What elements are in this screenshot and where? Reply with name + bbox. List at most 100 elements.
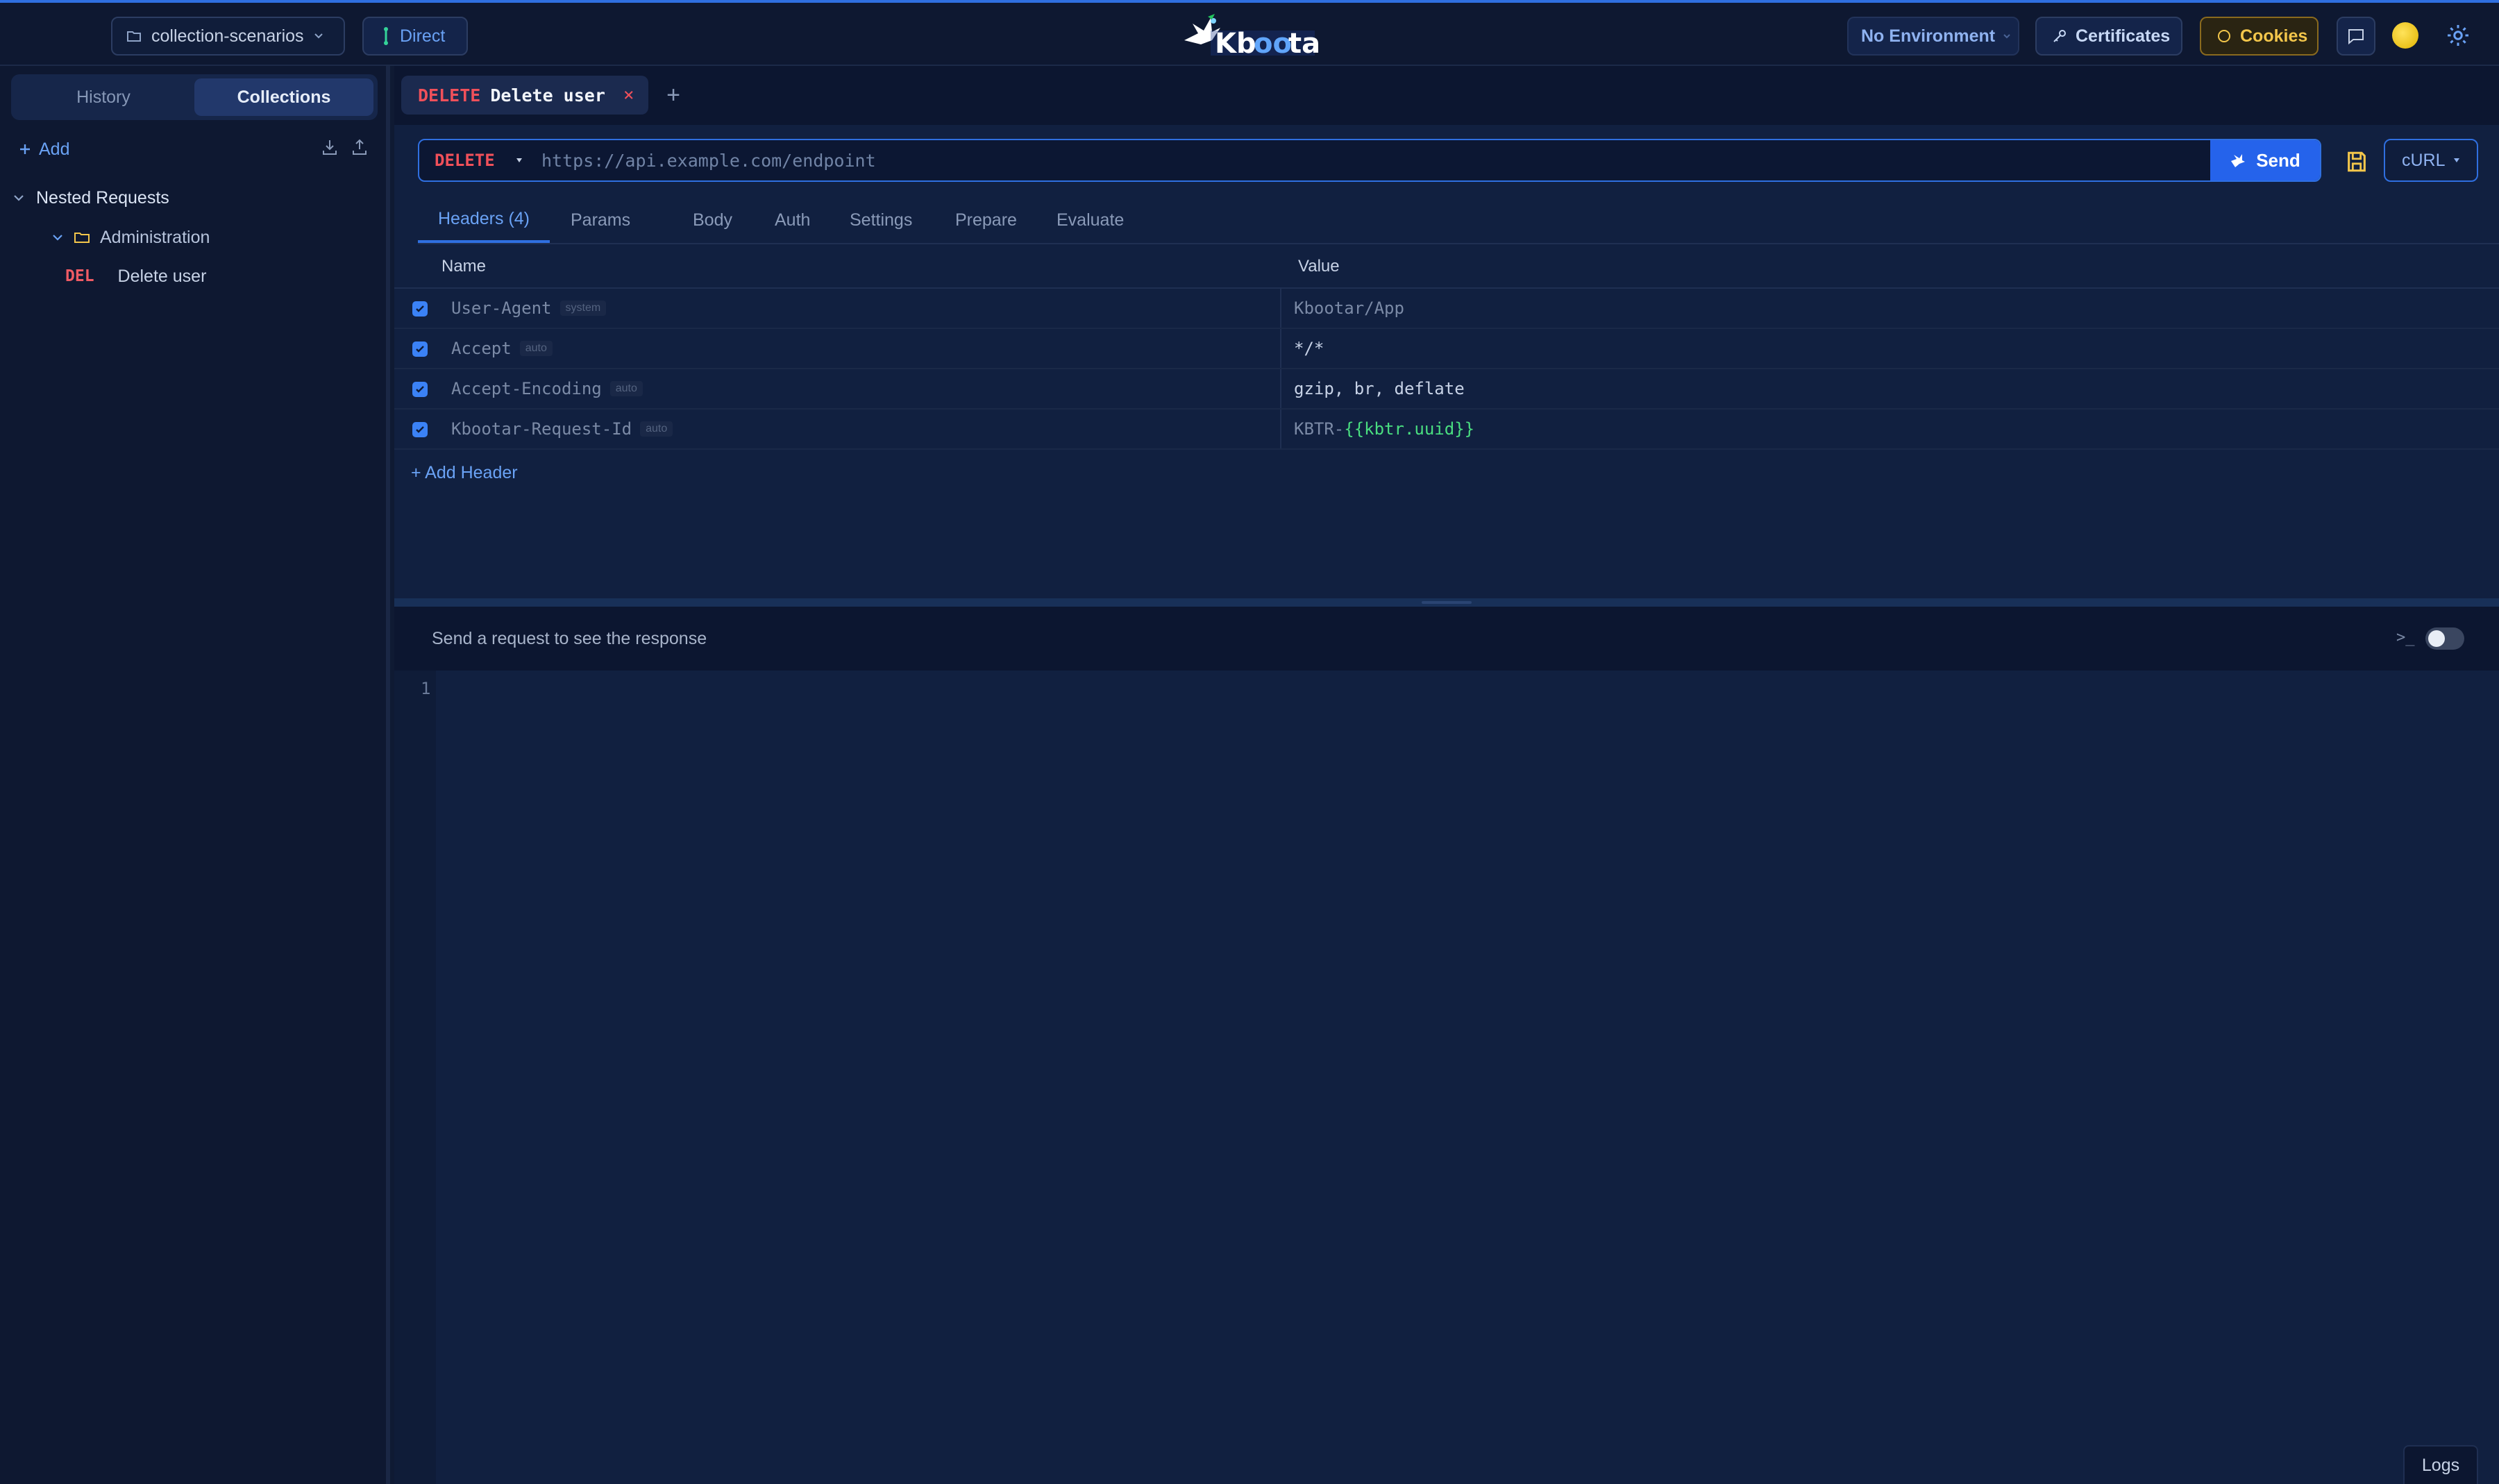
tree-item-nested-requests[interactable]: Nested Requests <box>12 180 169 215</box>
header-value[interactable]: */* <box>1294 339 1324 358</box>
export-icon[interactable] <box>351 138 369 156</box>
header-name[interactable]: User-Agent system <box>451 298 607 318</box>
header-value[interactable]: Kbootar/App <box>1294 298 1404 318</box>
request-editor: DELETE Send cURL Headers (4) Params Body… <box>394 125 2499 604</box>
save-icon[interactable] <box>2345 150 2368 174</box>
cookie-icon <box>2218 30 2230 42</box>
send-label: Send <box>2256 149 2300 171</box>
header-badge: auto <box>609 381 643 396</box>
header-badge: auto <box>640 421 673 437</box>
column-header-value: Value <box>1298 257 1340 276</box>
settings-button[interactable] <box>2443 21 2473 50</box>
tab-headers[interactable]: Headers (4) <box>418 197 550 243</box>
sidebar-tabs: History Collections <box>11 74 378 120</box>
tab-params[interactable]: Params <box>571 197 630 243</box>
method-select[interactable]: DELETE <box>419 140 530 180</box>
check-icon <box>416 386 424 393</box>
tab-evaluate[interactable]: Evaluate <box>1057 197 1124 243</box>
tree-item-label: Delete user <box>117 266 207 286</box>
column-divider <box>1280 289 1281 328</box>
url-bar: DELETE Send <box>418 139 2321 182</box>
tab-collections[interactable]: Collections <box>194 78 373 116</box>
close-icon[interactable]: × <box>623 85 634 106</box>
request-tabs-bar: DELETE Delete user × + <box>394 66 2499 125</box>
header-name[interactable]: Accept auto <box>451 339 553 358</box>
send-bird-icon <box>2231 154 2246 167</box>
tab-body[interactable]: Body <box>693 197 732 243</box>
table-header-row: Name Value <box>394 244 2499 289</box>
column-divider <box>1280 410 1281 448</box>
table-row: Accept auto */* <box>394 329 2499 369</box>
response-header: Send a request to see the response >_ <box>394 607 2499 671</box>
send-button[interactable]: Send <box>2210 140 2320 180</box>
tree-item-administration[interactable]: Administration <box>51 220 210 255</box>
header-enabled-checkbox[interactable] <box>412 422 428 437</box>
header-value[interactable]: KBTR-{{kbtr.uuid}} <box>1294 419 1474 439</box>
new-tab-button[interactable]: + <box>659 81 687 109</box>
header-enabled-checkbox[interactable] <box>412 301 428 317</box>
editor-tabs: Headers (4) Params Body Auth Settings Pr… <box>418 197 2499 244</box>
line-number: 1 <box>421 679 431 698</box>
column-divider <box>1280 369 1281 408</box>
sidebar: History Collections Add Nested Requests … <box>0 66 390 1484</box>
feedback-button[interactable] <box>2337 17 2375 56</box>
column-divider <box>1280 329 1281 368</box>
header-enabled-checkbox[interactable] <box>412 342 428 357</box>
key-icon <box>2053 30 2066 42</box>
toggle-knob <box>2428 630 2445 647</box>
direct-label: Direct <box>400 26 446 46</box>
table-row: User-Agent system Kbootar/App <box>394 289 2499 329</box>
top-bar: collection-scenarios Direct Kb oo tar No… <box>0 0 2499 66</box>
kbootar-logo: Kb oo tar <box>1184 14 1319 58</box>
header-badge: system <box>559 301 607 316</box>
plus-icon <box>20 144 30 154</box>
add-header-button[interactable]: + Add Header <box>411 463 518 483</box>
folder-icon <box>127 31 141 42</box>
header-enabled-checkbox[interactable] <box>412 382 428 397</box>
svg-text:Kb: Kb <box>1215 28 1256 58</box>
caret-down-icon <box>2453 158 2459 162</box>
url-input[interactable] <box>541 140 2194 180</box>
header-name-text: Accept <box>451 339 512 358</box>
column-header-name: Name <box>441 257 487 276</box>
tab-settings[interactable]: Settings <box>850 197 912 243</box>
tree-item-label: Administration <box>100 227 210 247</box>
collection-name: collection-scenarios <box>151 26 304 46</box>
import-icon[interactable] <box>321 138 339 156</box>
code-export-select[interactable]: cURL <box>2384 139 2478 182</box>
check-icon <box>416 346 424 353</box>
panel-splitter[interactable] <box>394 598 2499 607</box>
tab-prepare[interactable]: Prepare <box>955 197 1017 243</box>
svg-text:oo: oo <box>1254 28 1292 58</box>
chevron-down-icon <box>2003 34 2010 39</box>
direct-mode-button[interactable]: Direct <box>362 17 468 56</box>
header-badge: auto <box>519 341 553 356</box>
environment-select[interactable]: No Environment <box>1847 17 2019 56</box>
chevron-down-icon <box>314 33 323 39</box>
logs-button[interactable]: Logs <box>2403 1445 2478 1484</box>
tab-auth[interactable]: Auth <box>775 197 810 243</box>
cookies-button[interactable]: Cookies <box>2200 17 2319 56</box>
add-label: Add <box>39 139 70 159</box>
splitter-grip[interactable] <box>1422 601 1472 604</box>
check-icon <box>416 426 424 433</box>
header-value[interactable]: gzip, br, deflate <box>1294 379 1465 398</box>
header-value-prefix: KBTR- <box>1294 419 1345 439</box>
header-name[interactable]: Accept-Encoding auto <box>451 379 643 398</box>
theme-toggle-sun-icon[interactable] <box>2392 22 2418 49</box>
response-view-toggle[interactable] <box>2425 627 2464 650</box>
certificates-button[interactable]: Certificates <box>2035 17 2182 56</box>
response-placeholder: Send a request to see the response <box>432 629 707 648</box>
response-body: 1 Logs <box>394 671 2499 1484</box>
tree-item-delete-user[interactable]: DEL Delete user <box>65 259 206 294</box>
add-collection-button[interactable]: Add <box>18 135 69 163</box>
method-label: DELETE <box>435 151 495 170</box>
gear-icon <box>2448 25 2468 46</box>
caret-down-icon <box>516 158 522 162</box>
headers-table: Name Value User-Agent system Kbootar/App … <box>394 244 2499 450</box>
tab-history[interactable]: History <box>15 78 192 116</box>
collection-select[interactable]: collection-scenarios <box>111 17 345 56</box>
request-tab-method: DELETE <box>418 85 481 106</box>
header-name[interactable]: Kbootar-Request-Id auto <box>451 419 673 439</box>
request-tab[interactable]: DELETE Delete user × <box>401 76 648 115</box>
